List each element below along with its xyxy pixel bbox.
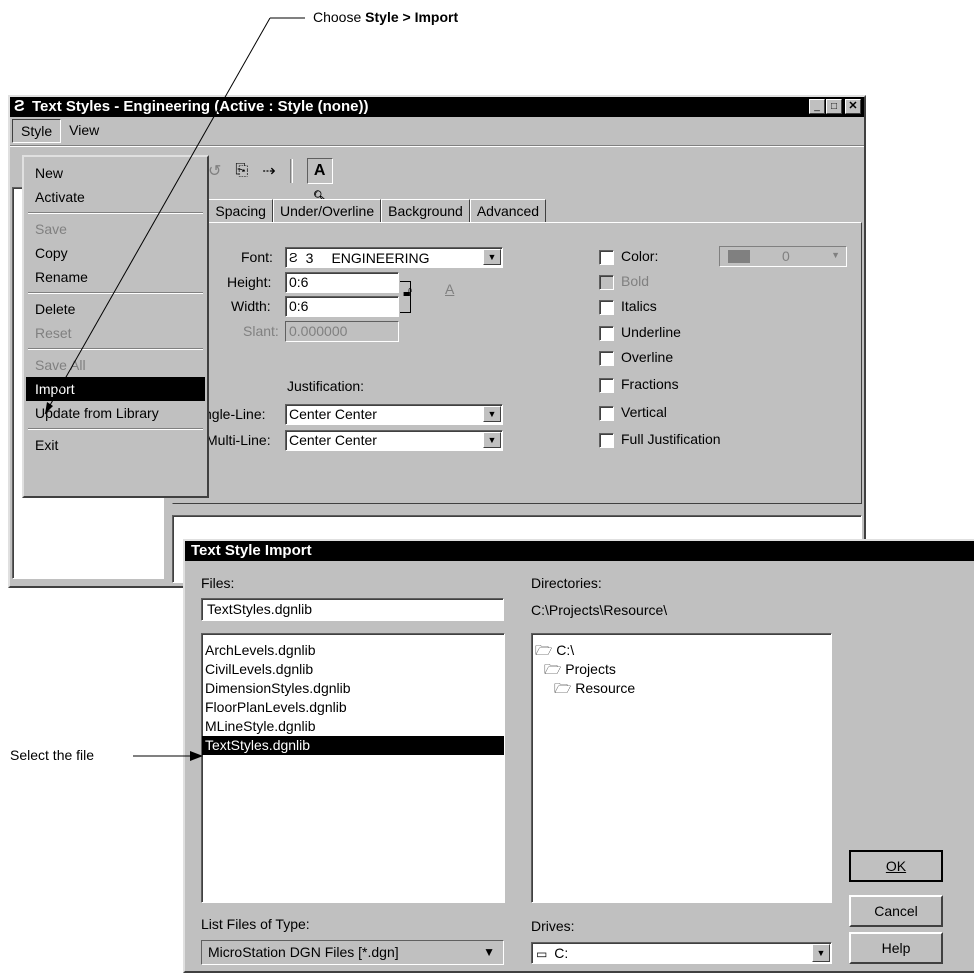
callout-bold: Style > Import [365, 9, 459, 25]
callout-select-file-text: Select the file [10, 747, 95, 763]
callout-prefix: Choose [313, 9, 366, 25]
callout-lines [44, 17, 305, 761]
callout-select-file: Select the file [10, 747, 94, 763]
callout-choose-style-import: Choose Style > Import [313, 9, 458, 25]
